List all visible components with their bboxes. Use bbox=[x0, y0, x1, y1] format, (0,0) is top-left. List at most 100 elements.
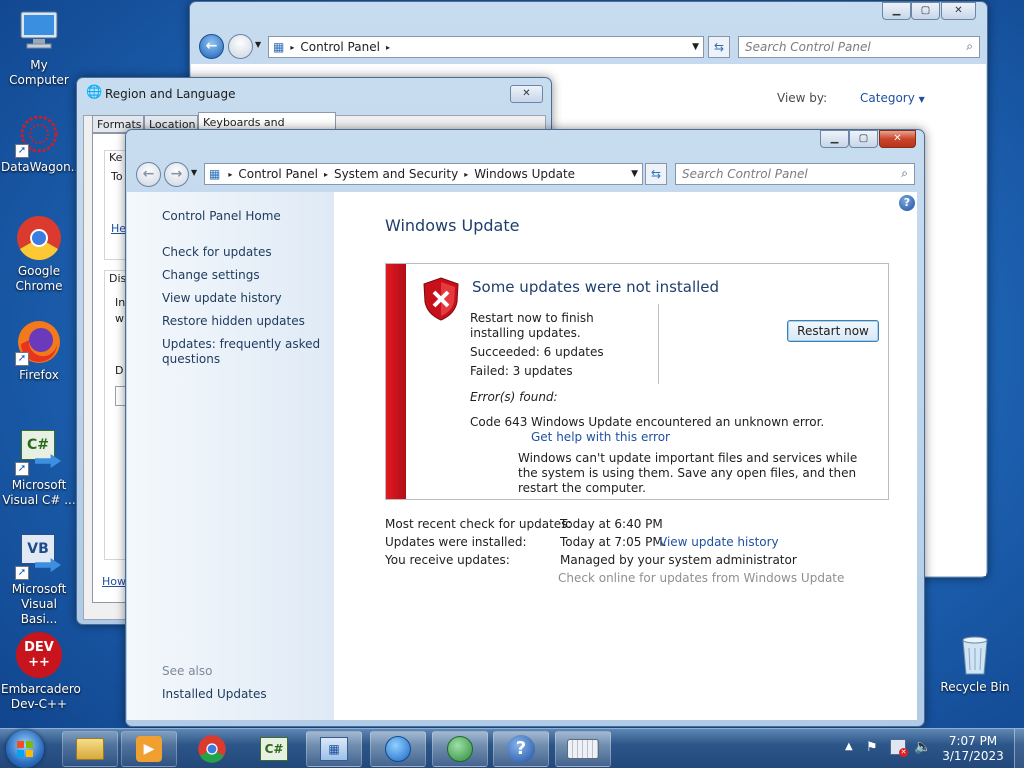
error-code: Code 643 bbox=[470, 415, 528, 429]
desktop-icon-label: Microsoft Visual Basi... bbox=[11, 582, 67, 626]
sidebar-change-settings[interactable]: Change settings bbox=[162, 268, 260, 282]
desktop-icon-chrome[interactable]: Google Chrome bbox=[1, 214, 77, 294]
sidebar-installed-updates[interactable]: Installed Updates bbox=[162, 687, 267, 701]
sidebar-updates-faq[interactable]: Updates: frequently asked questions bbox=[162, 337, 322, 367]
succeeded-count: Succeeded: 6 updates bbox=[470, 345, 604, 359]
info-label-last-check: Most recent check for updates: bbox=[385, 517, 572, 531]
vb-icon: VB ➚ bbox=[15, 532, 63, 580]
recycle-bin-icon bbox=[951, 630, 999, 678]
taskbar-help-button[interactable]: ? bbox=[493, 731, 549, 767]
get-help-link[interactable]: Get help with this error bbox=[531, 430, 670, 444]
control-panel-icon: ▦ bbox=[320, 737, 348, 761]
volume-icon[interactable]: 🔈 bbox=[914, 739, 931, 755]
desktop-icon-recycle-bin[interactable]: Recycle Bin bbox=[937, 630, 1013, 695]
view-by-label: View by: bbox=[777, 91, 828, 105]
dropdown-arrow-icon: ▼ bbox=[918, 95, 925, 104]
refresh-button[interactable]: ⇆ bbox=[708, 36, 730, 58]
help-icon[interactable]: ? bbox=[899, 195, 915, 211]
view-update-history-link[interactable]: View update history bbox=[659, 535, 779, 549]
network-globe-icon bbox=[385, 736, 411, 762]
info-value-receive: Managed by your system administrator bbox=[560, 553, 797, 567]
sidebar-check-for-updates[interactable]: Check for updates bbox=[162, 245, 272, 259]
breadcrumb-control-panel[interactable]: Control Panel bbox=[294, 40, 386, 54]
search-input[interactable]: Search Control Panel ⌕ bbox=[675, 163, 915, 185]
desktop-icon-dev-cpp[interactable]: DEV ++ Embarcadero Dev-C++ bbox=[1, 632, 81, 712]
network-status-icon[interactable]: ✕ bbox=[890, 739, 908, 757]
action-center-icon[interactable]: ⚑ bbox=[866, 740, 878, 755]
taskbar-media-player-button[interactable]: ▶ bbox=[121, 731, 177, 767]
close-button[interactable]: ✕ bbox=[879, 130, 916, 148]
clock[interactable]: 7:07 PM 3/17/2023 bbox=[938, 734, 1008, 764]
taskbar-explorer-button[interactable] bbox=[62, 731, 118, 767]
error-status-bar bbox=[386, 264, 406, 499]
keyboard-icon bbox=[567, 739, 599, 759]
sidebar-restore-hidden-updates[interactable]: Restore hidden updates bbox=[162, 314, 305, 328]
taskbar-windows-update-button[interactable] bbox=[432, 731, 488, 767]
address-bar[interactable]: ▦ ▸ Control Panel ▸ ▼ bbox=[268, 36, 704, 58]
desktop-icon-datawagon[interactable]: ➚ DataWagon... bbox=[1, 110, 82, 175]
taskbar-network-button[interactable] bbox=[370, 731, 426, 767]
show-desktop-button[interactable] bbox=[1014, 729, 1024, 768]
desktop-icon-my-computer[interactable]: My Computer bbox=[1, 8, 77, 88]
refresh-button[interactable]: ⇆ bbox=[645, 163, 667, 185]
view-by-dropdown[interactable]: Category ▼ bbox=[860, 91, 925, 105]
taskbar-chrome-button[interactable] bbox=[184, 731, 240, 767]
address-dropdown[interactable]: ▼ bbox=[692, 42, 699, 52]
forward-button[interactable] bbox=[228, 34, 253, 59]
sidebar-view-update-history[interactable]: View update history bbox=[162, 291, 282, 305]
shortcut-arrow-icon: ➚ bbox=[15, 462, 29, 476]
dialog-title: Region and Language bbox=[105, 87, 236, 101]
back-button[interactable]: ← bbox=[199, 34, 224, 59]
minimize-button[interactable]: ▁ bbox=[820, 130, 849, 148]
firefox-icon: ➚ bbox=[15, 318, 63, 366]
devcpp-icon: DEV ++ bbox=[15, 632, 63, 680]
update-status-panel: Some updates were not installed Restart … bbox=[385, 263, 889, 500]
show-hidden-icons-button[interactable]: ▲ bbox=[845, 741, 853, 752]
breadcrumb-control-panel[interactable]: Control Panel bbox=[232, 167, 324, 181]
restart-now-button[interactable]: Restart now bbox=[787, 320, 879, 342]
search-icon: ⌕ bbox=[901, 166, 908, 180]
control-panel-icon: ▦ bbox=[273, 40, 285, 54]
desktop-icon-visual-csharp[interactable]: C# ➚ Microsoft Visual C# ... bbox=[1, 428, 77, 508]
desktop-icon-firefox[interactable]: ➚ Firefox bbox=[1, 318, 77, 383]
taskbar-keyboard-button[interactable] bbox=[555, 731, 611, 767]
sidebar-control-panel-home[interactable]: Control Panel Home bbox=[162, 209, 281, 223]
desktop-icon-visual-basic[interactable]: VB ➚ Microsoft Visual Basi... bbox=[1, 532, 77, 627]
close-button[interactable]: ✕ bbox=[941, 2, 976, 20]
forward-button[interactable]: → bbox=[164, 162, 189, 187]
taskbar-control-panel-button[interactable]: ▦ bbox=[306, 731, 362, 767]
check-online-link[interactable]: Check online for updates from Windows Up… bbox=[558, 571, 844, 585]
back-button[interactable]: ← bbox=[136, 162, 161, 187]
desktop-icon-label: Google Chrome bbox=[15, 264, 63, 293]
search-input[interactable]: Search Control Panel ⌕ bbox=[738, 36, 980, 58]
address-dropdown[interactable]: ▼ bbox=[631, 169, 638, 179]
address-bar[interactable]: ▦ ▸ Control Panel ▸ System and Security … bbox=[204, 163, 643, 185]
task-sidebar: Control Panel Home Check for updates Cha… bbox=[127, 192, 334, 720]
desktop-icon-label: Firefox bbox=[19, 368, 59, 382]
taskbar-visual-csharp-button[interactable]: C# bbox=[246, 731, 302, 767]
see-also-heading: See also bbox=[162, 664, 213, 678]
recent-pages-dropdown[interactable]: ▼ bbox=[191, 168, 197, 177]
clock-date: 3/17/2023 bbox=[942, 749, 1004, 763]
back-arrow-icon: ← bbox=[142, 166, 155, 182]
forward-arrow-icon: → bbox=[170, 166, 183, 182]
start-button[interactable] bbox=[6, 730, 44, 768]
csharp-icon: C# ➚ bbox=[15, 428, 63, 476]
recent-pages-dropdown[interactable]: ▼ bbox=[255, 40, 261, 49]
info-label-receive: You receive updates: bbox=[385, 553, 510, 567]
maximize-button[interactable]: ▢ bbox=[849, 130, 878, 148]
search-icon: ⌕ bbox=[966, 39, 973, 53]
minimize-button[interactable]: ▁ bbox=[882, 2, 911, 20]
info-value-last-check: Today at 6:40 PM bbox=[560, 517, 663, 531]
maximize-button[interactable]: ▢ bbox=[911, 2, 940, 20]
chrome-icon bbox=[15, 214, 63, 262]
info-label-installed: Updates were installed: bbox=[385, 535, 527, 549]
breadcrumb-system-security[interactable]: System and Security bbox=[328, 167, 464, 181]
media-player-icon: ▶ bbox=[136, 736, 162, 762]
restart-note: Windows can't update important files and… bbox=[518, 451, 858, 495]
windows-update-window[interactable]: ▁ ▢ ✕ ← → ▼ ▦ ▸ Control Panel ▸ System a… bbox=[125, 129, 925, 727]
breadcrumb-windows-update[interactable]: Windows Update bbox=[468, 167, 581, 181]
windows-update-icon bbox=[447, 736, 473, 762]
close-button[interactable]: ✕ bbox=[510, 85, 543, 103]
shortcut-arrow-icon: ➚ bbox=[15, 144, 29, 158]
